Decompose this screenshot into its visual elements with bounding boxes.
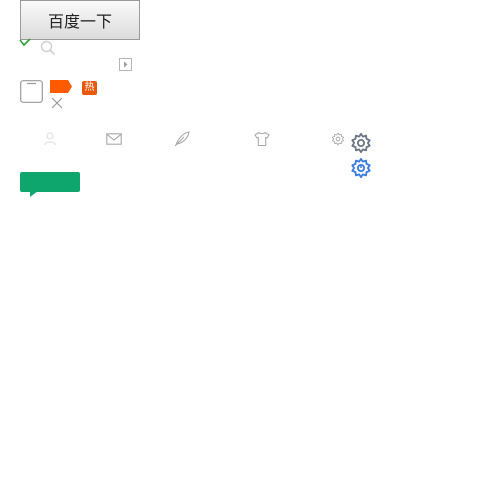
play-box-icon[interactable] xyxy=(119,58,132,71)
feather-icon[interactable] xyxy=(174,131,190,147)
hot-badge: 热 xyxy=(82,81,97,95)
shirt-icon[interactable] xyxy=(254,131,270,147)
tablet-icon[interactable] xyxy=(20,80,43,103)
tag-icon xyxy=(50,80,72,93)
search-icon[interactable] xyxy=(40,40,56,56)
mail-icon[interactable] xyxy=(106,131,122,147)
settings-gear-icon[interactable] xyxy=(350,132,372,154)
settings-gear-active-icon[interactable] xyxy=(350,157,372,179)
sprite-canvas: 百度一下 热 xyxy=(0,0,500,500)
search-submit-button[interactable]: 百度一下 xyxy=(20,0,140,40)
tooltip-bubble xyxy=(20,172,80,192)
small-gear-icon[interactable] xyxy=(331,132,345,146)
check-icon xyxy=(19,38,31,47)
tooltip-tail xyxy=(30,191,38,197)
close-icon[interactable] xyxy=(51,97,63,109)
user-icon[interactable] xyxy=(42,131,58,147)
